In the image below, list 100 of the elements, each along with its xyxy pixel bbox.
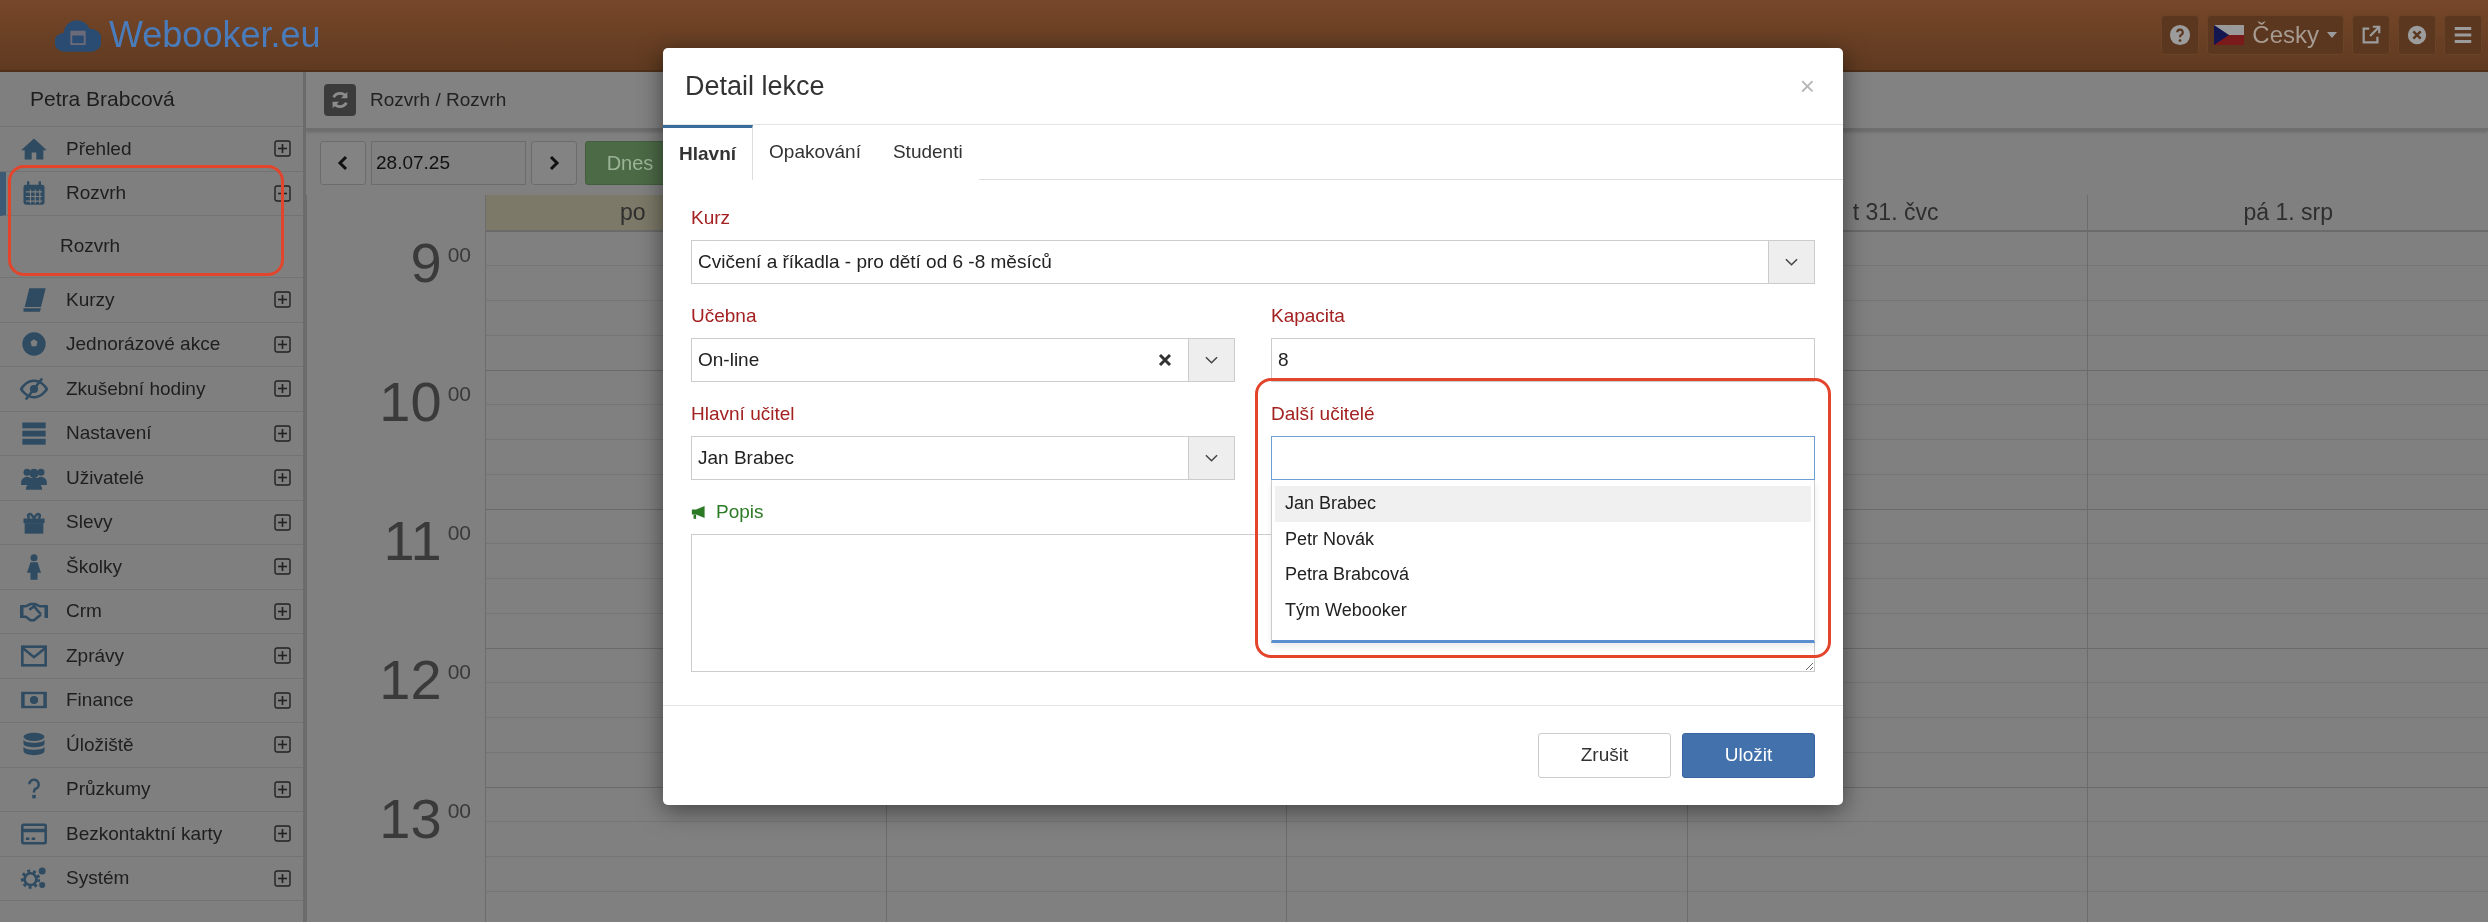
minute-label: 00 <box>447 519 471 546</box>
field-label: Popis <box>716 500 764 524</box>
expand-icon[interactable] <box>274 780 291 798</box>
refresh-icon <box>329 89 351 111</box>
hour-label: 10 <box>379 373 442 430</box>
day-label: t 31. čvc <box>1852 198 1939 227</box>
expand-icon[interactable] <box>274 380 291 398</box>
select-field[interactable]: Cvičení a říkadla - pro dětí od 6 -8 měsíců <box>691 240 1815 284</box>
dropdown-option[interactable]: Tým Webooker <box>1275 592 1811 628</box>
sidebar-item[interactable]: Systém <box>0 856 303 901</box>
cancel-button[interactable]: Zrušit <box>1538 733 1671 778</box>
hour-label: 11 <box>383 512 442 569</box>
user-name: Petra Brabcová <box>0 72 303 127</box>
dropdown-option[interactable]: Petr Novák <box>1275 521 1811 557</box>
sidebar-label: Průzkumy <box>66 777 152 801</box>
help-icon <box>2169 24 2192 46</box>
minute-label: 00 <box>447 797 471 824</box>
expand-icon[interactable] <box>274 335 291 353</box>
sidebar-label: Crm <box>66 599 103 623</box>
sidebar-label: Školky <box>66 554 123 579</box>
expand-icon[interactable] <box>274 691 291 709</box>
language-dropdown[interactable]: Česky <box>2207 15 2344 55</box>
field-label: Učebna <box>691 304 757 328</box>
sidebar-item[interactable]: Úložiště <box>0 723 303 768</box>
sidebar-item[interactable]: Slevy <box>0 500 303 545</box>
expand-icon[interactable] <box>274 424 291 442</box>
sidebar-subitem[interactable]: Rozvrh <box>0 216 303 278</box>
sidebar-item[interactable]: Zprávy <box>0 634 303 679</box>
sidebar-item[interactable]: Crm <box>0 589 303 634</box>
tab[interactable]: Hlavní <box>663 125 754 180</box>
next-button[interactable] <box>531 140 577 185</box>
save-button[interactable]: Uložit <box>1682 733 1815 778</box>
help-button[interactable] <box>2161 15 2200 55</box>
hour-label: 13 <box>379 790 442 847</box>
sidebar-item[interactable]: Finance <box>0 678 303 723</box>
field-label: Kapacita <box>1271 304 1345 328</box>
external-link-icon <box>2360 24 2382 46</box>
sidebar-item[interactable]: Nastavení <box>0 411 303 456</box>
sidebar-label: Jednorázové akce <box>66 332 222 356</box>
flag-icon <box>2214 25 2245 45</box>
sidebar-label: Nastavení <box>66 421 153 445</box>
sidebar-label: Finance <box>66 688 135 712</box>
cloud-calendar-icon <box>55 18 101 52</box>
chevron-down-icon <box>1785 258 1798 266</box>
expand-icon[interactable] <box>274 513 291 531</box>
refresh-button[interactable] <box>324 84 356 116</box>
sidebar-item[interactable]: Průzkumy <box>0 767 303 812</box>
field-label: Kurz <box>691 206 731 230</box>
sidebar-label: Kurzy <box>66 287 116 312</box>
minute-label: 00 <box>447 658 471 685</box>
day-label: pá 1. srp <box>2243 198 2333 227</box>
minute-label: 00 <box>447 241 471 268</box>
dropdown-option[interactable]: Jan Brabec <box>1275 486 1811 522</box>
caret-icon <box>2327 32 2337 38</box>
expand-icon[interactable] <box>274 869 291 887</box>
field-label: Hlavní učitel <box>691 402 795 426</box>
modal-title: Detail lekce <box>685 69 825 103</box>
expand-icon[interactable] <box>274 825 291 843</box>
expand-icon[interactable] <box>274 291 291 309</box>
sidebar-label: Systém <box>66 866 131 890</box>
sidebar-label: Přehled <box>66 136 133 161</box>
dropdown-option[interactable]: Petra Brabcová <box>1275 557 1811 593</box>
sidebar-label: Úložiště <box>66 732 135 757</box>
number-field[interactable]: 8 <box>1271 338 1815 382</box>
sidebar-item[interactable]: Kurzy <box>0 278 303 323</box>
multiselect-field[interactable] <box>1271 436 1815 480</box>
sidebar-item[interactable]: Přehled <box>0 127 303 172</box>
select-field[interactable]: On-line <box>691 338 1235 382</box>
day-label: po <box>620 198 646 227</box>
sidebar-item[interactable]: Bezkontaktní karty <box>0 812 303 857</box>
expand-icon[interactable] <box>274 140 291 158</box>
hour-label: 9 <box>410 234 442 291</box>
sidebar-item[interactable]: Zkušební hodiny <box>0 367 303 412</box>
clear-icon[interactable] <box>1158 353 1172 367</box>
minute-label: 00 <box>447 380 471 407</box>
chevron-left-icon <box>337 154 349 171</box>
select-field[interactable]: Jan Brabec <box>691 436 1235 480</box>
sidebar-item[interactable]: Rozvrh <box>0 171 303 216</box>
sidebar-label: Bezkontaktní karty <box>66 821 224 846</box>
external-link-button[interactable] <box>2352 15 2390 55</box>
sidebar-item[interactable]: Školky <box>0 545 303 590</box>
field-label: Další učitelé <box>1271 402 1375 426</box>
expand-icon[interactable] <box>274 469 291 487</box>
expand-icon[interactable] <box>274 558 291 576</box>
chevron-right-icon <box>548 154 560 171</box>
collapse-icon[interactable] <box>274 184 291 202</box>
expand-icon[interactable] <box>274 647 291 665</box>
hour-label: 12 <box>379 651 442 708</box>
chevron-down-icon <box>1205 356 1218 364</box>
date-field[interactable]: 28.07.25 <box>371 140 526 185</box>
sidebar-label: Rozvrh <box>66 181 128 205</box>
sidebar-item[interactable]: Jednorázové akce <box>0 322 303 367</box>
expand-icon[interactable] <box>274 736 291 754</box>
close-button[interactable] <box>2398 15 2436 55</box>
expand-icon[interactable] <box>274 602 291 620</box>
sidebar-item[interactable]: Uživatelé <box>0 456 303 501</box>
menu-icon <box>2452 24 2474 46</box>
chevron-down-icon <box>1205 454 1218 462</box>
menu-button[interactable] <box>2444 15 2482 55</box>
previous-button[interactable] <box>320 140 366 185</box>
